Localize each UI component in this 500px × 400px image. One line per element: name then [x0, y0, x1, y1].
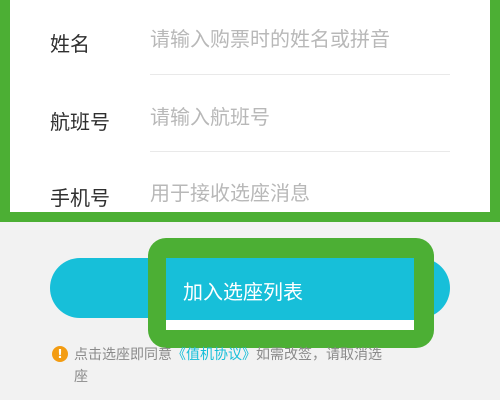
highlight-gap — [166, 320, 414, 330]
notice-continuation: 座 — [74, 369, 88, 385]
add-button-label: 加入选座列表 — [183, 280, 303, 304]
name-row: 姓名 — [10, 4, 490, 74]
form-highlight-frame: 姓名 航班号 手机号 — [0, 0, 500, 222]
phone-input[interactable] — [150, 176, 450, 210]
passenger-form: 姓名 航班号 手机号 — [10, 0, 490, 212]
phone-row: 手机号 — [10, 158, 490, 212]
phone-label: 手机号 — [50, 186, 110, 210]
notice-suffix: 如需改签，请取消选 — [256, 347, 382, 363]
name-label: 姓名 — [50, 32, 90, 56]
flight-number-row: 航班号 — [10, 82, 490, 152]
notice-prefix: 点击选座即同意 — [74, 347, 172, 363]
flight-number-label: 航班号 — [50, 110, 110, 134]
name-input[interactable] — [150, 22, 450, 56]
flight-number-input[interactable] — [150, 100, 450, 134]
warning-icon: ! — [52, 346, 68, 362]
divider — [150, 74, 450, 75]
agreement-link[interactable]: 《值机协议》 — [172, 347, 256, 363]
agreement-notice: 点击选座即同意《值机协议》如需改签，请取消选 — [74, 344, 454, 366]
divider — [150, 151, 450, 152]
